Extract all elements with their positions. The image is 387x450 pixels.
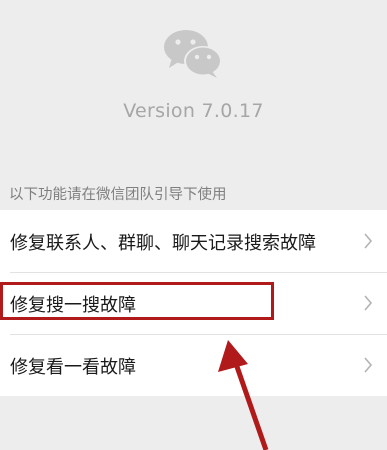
version-label: Version 7.0.17: [123, 100, 264, 122]
chevron-right-icon: [364, 295, 373, 311]
chevron-right-icon: [364, 233, 373, 249]
list-item-repair-contacts-search[interactable]: 修复联系人、群聊、聊天记录搜索故障: [0, 210, 387, 272]
list-item-repair-top-stories[interactable]: 修复看一看故障: [0, 334, 387, 396]
list-item-label: 修复看一看故障: [10, 357, 136, 378]
chevron-right-icon: [364, 357, 373, 373]
section-title: 以下功能请在微信团队引导下使用: [9, 187, 227, 203]
highlight-box: [0, 282, 274, 320]
wechat-logo-icon: [164, 30, 222, 78]
list-item-label: 修复联系人、群聊、聊天记录搜索故障: [10, 233, 316, 254]
repair-tools-page: Version 7.0.17 以下功能请在微信团队引导下使用 修复联系人、群聊、…: [0, 0, 387, 450]
pointer-arrow-icon: [218, 340, 269, 450]
